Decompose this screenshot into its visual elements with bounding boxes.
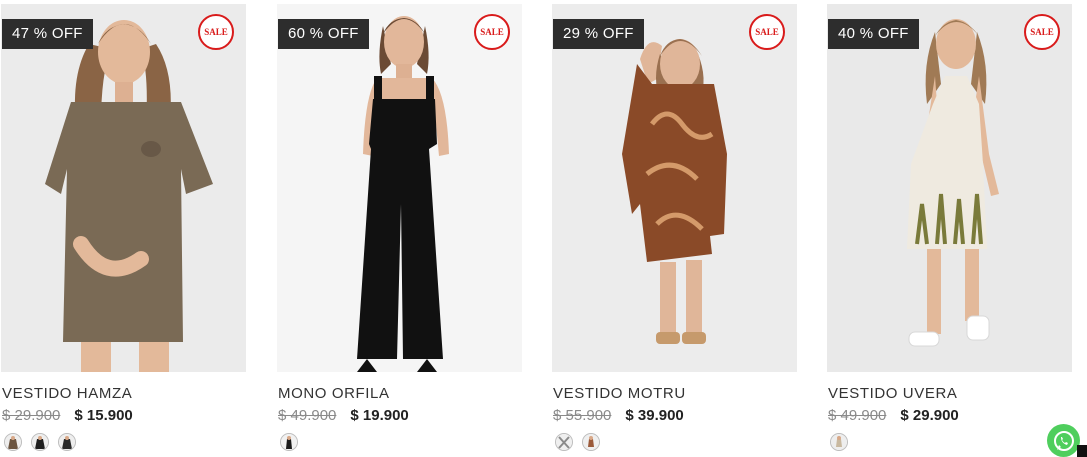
old-price: $ 55.900 [553,407,612,424]
discount-badge: 29 % OFF [553,19,644,49]
color-swatch[interactable] [830,433,848,451]
product-name[interactable]: VESTIDO UVERA [828,385,958,402]
discount-badge: 47 % OFF [2,19,93,49]
scroll-corner [1077,445,1087,457]
price-row: $ 49.900 $ 19.900 [278,407,409,424]
price-row: $ 49.900 $ 29.900 [828,407,959,424]
price-row: $ 55.900 $ 39.900 [553,407,684,424]
whatsapp-glyph [1053,430,1074,451]
old-price: $ 29.900 [2,407,61,424]
color-swatch[interactable] [58,433,76,451]
product-name[interactable]: VESTIDO HAMZA [2,385,132,402]
model-photo [622,39,727,344]
whatsapp-icon[interactable] [1047,424,1080,457]
color-swatch[interactable] [31,433,49,451]
discount-badge: 60 % OFF [278,19,369,49]
model-photo [45,20,213,372]
sale-price: $ 29.900 [900,407,959,424]
sale-badge: SALE [749,14,785,50]
sale-badge: SALE [474,14,510,50]
product-image[interactable]: 40 % OFF SALE [827,4,1072,372]
product-image[interactable]: 47 % OFF SALE [1,4,246,372]
model-photo [357,16,449,372]
product-card[interactable]: 60 % OFF SALE MONO ORFILA $ 49.900 $ 19.9… [277,0,524,457]
product-grid: 47 % OFF SALE VESTIDO HAMZA $ 29.900 $ 15… [0,0,1087,457]
color-swatch[interactable] [582,433,600,451]
color-swatches [555,433,600,451]
sale-price: $ 19.900 [350,407,409,424]
garment [357,99,443,359]
product-name[interactable]: VESTIDO MOTRU [553,385,686,402]
color-swatch[interactable] [4,433,22,451]
product-image[interactable]: 29 % OFF SALE [552,4,797,372]
color-swatches [4,433,76,451]
product-card[interactable]: 29 % OFF SALE VESTIDO MOTRU $ 55.900 $ 39… [552,0,799,457]
color-swatch[interactable] [555,433,573,451]
product-card[interactable]: 47 % OFF SALE VESTIDO HAMZA $ 29.900 $ 15… [1,0,248,457]
color-swatches [280,433,298,451]
old-price: $ 49.900 [828,407,887,424]
sale-price: $ 39.900 [625,407,684,424]
product-image[interactable]: 60 % OFF SALE [277,4,522,372]
old-price: $ 49.900 [278,407,337,424]
model-photo [907,19,999,347]
price-row: $ 29.900 $ 15.900 [2,407,133,424]
sale-price: $ 15.900 [74,407,133,424]
garment [45,102,213,342]
sale-badge: SALE [198,14,234,50]
discount-badge: 40 % OFF [828,19,919,49]
sale-badge: SALE [1024,14,1060,50]
product-card[interactable]: 40 % OFF SALE VESTIDO UVERA $ 49.900 $ 29… [827,0,1074,457]
product-name[interactable]: MONO ORFILA [278,385,390,402]
color-swatches [830,433,848,451]
color-swatch[interactable] [280,433,298,451]
